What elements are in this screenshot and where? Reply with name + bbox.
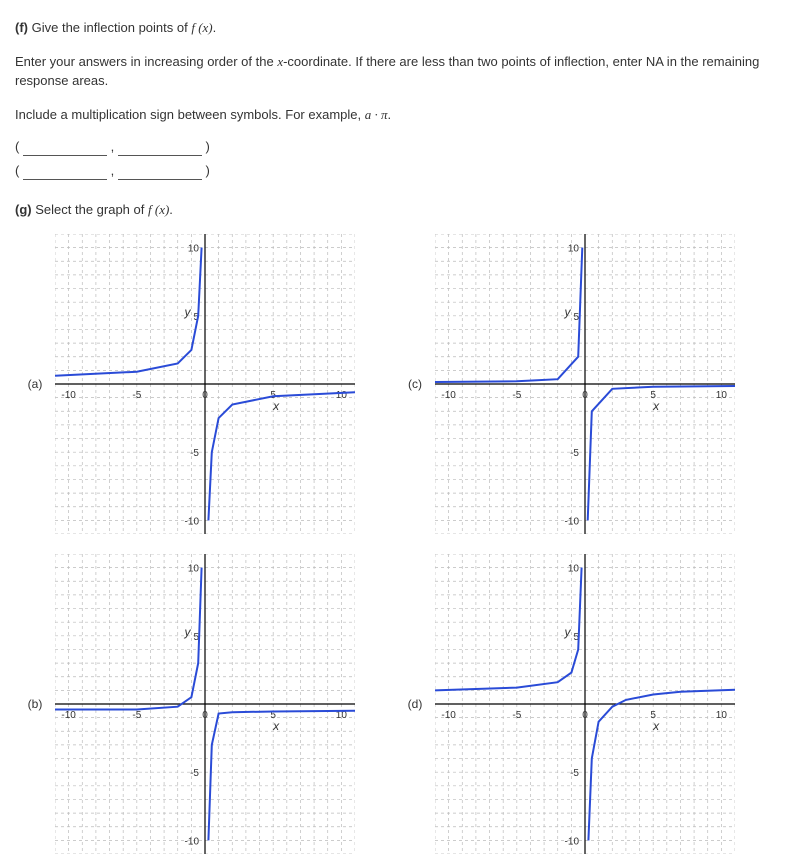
svg-text:10: 10 [568, 563, 580, 574]
svg-text:x: x [272, 719, 280, 733]
svg-text:x: x [272, 399, 280, 413]
svg-text:y: y [564, 304, 572, 318]
graph-d[interactable]: -10-50510-10-5510yx [435, 554, 775, 854]
graph-label-d: (d) [395, 554, 435, 854]
graph-c[interactable]: -10-50510-10-5510yx [435, 234, 775, 534]
svg-text:-5: -5 [132, 710, 141, 721]
svg-text:-10: -10 [565, 516, 580, 527]
svg-text:0: 0 [202, 710, 208, 721]
svg-text:-10: -10 [185, 516, 200, 527]
graphs-grid: (a) -10-50510-10-5510yx (c) -10-50510-10… [15, 234, 777, 854]
answer-row-1: ( , ) [15, 138, 777, 156]
answer-inputs: ( , ) ( , ) [15, 138, 777, 180]
svg-text:-10: -10 [441, 390, 456, 401]
svg-text:10: 10 [336, 390, 348, 401]
part-f-prompt: Give the inflection points of [32, 20, 188, 35]
svg-text:10: 10 [188, 563, 200, 574]
svg-text:10: 10 [568, 243, 580, 254]
part-f-label: (f) [15, 20, 28, 35]
svg-text:10: 10 [716, 390, 728, 401]
svg-text:-5: -5 [512, 390, 521, 401]
svg-text:y: y [184, 304, 192, 318]
svg-text:-5: -5 [570, 448, 579, 459]
svg-text:-5: -5 [132, 390, 141, 401]
inflection-x2-input[interactable] [23, 162, 107, 180]
svg-text:-5: -5 [190, 768, 199, 779]
svg-text:0: 0 [582, 710, 588, 721]
svg-text:y: y [564, 624, 572, 638]
graph-label-b: (b) [15, 554, 55, 854]
svg-text:x: x [652, 719, 660, 733]
svg-text:x: x [652, 399, 660, 413]
svg-text:-10: -10 [61, 710, 76, 721]
svg-text:10: 10 [716, 710, 728, 721]
svg-text:-5: -5 [190, 448, 199, 459]
graph-label-a: (a) [15, 234, 55, 534]
svg-text:-5: -5 [570, 768, 579, 779]
graph-a[interactable]: -10-50510-10-5510yx [55, 234, 395, 534]
part-f-instruction2: Include a multiplication sign between sy… [15, 105, 777, 125]
svg-text:y: y [184, 624, 192, 638]
part-g-prompt: Select the graph of [35, 202, 144, 217]
answer-row-2: ( , ) [15, 162, 777, 180]
part-g-func: f (x) [148, 202, 169, 217]
svg-text:0: 0 [582, 390, 588, 401]
inflection-y2-input[interactable] [118, 162, 202, 180]
part-f-instruction1: Enter your answers in increasing order o… [15, 52, 777, 91]
svg-text:-10: -10 [565, 836, 580, 847]
svg-text:0: 0 [202, 390, 208, 401]
inflection-y1-input[interactable] [118, 138, 202, 156]
graph-b[interactable]: -10-50510-10-5510yx [55, 554, 395, 854]
svg-text:-5: -5 [512, 710, 521, 721]
svg-text:-10: -10 [441, 710, 456, 721]
svg-text:-10: -10 [61, 390, 76, 401]
graph-label-c: (c) [395, 234, 435, 534]
part-f-heading: (f) Give the inflection points of f (x). [15, 18, 777, 38]
part-g-label: (g) [15, 202, 32, 217]
part-f-func: f (x) [191, 20, 212, 35]
part-g-heading: (g) Select the graph of f (x). [15, 200, 777, 220]
svg-text:-10: -10 [185, 836, 200, 847]
svg-text:10: 10 [188, 243, 200, 254]
inflection-x1-input[interactable] [23, 138, 107, 156]
